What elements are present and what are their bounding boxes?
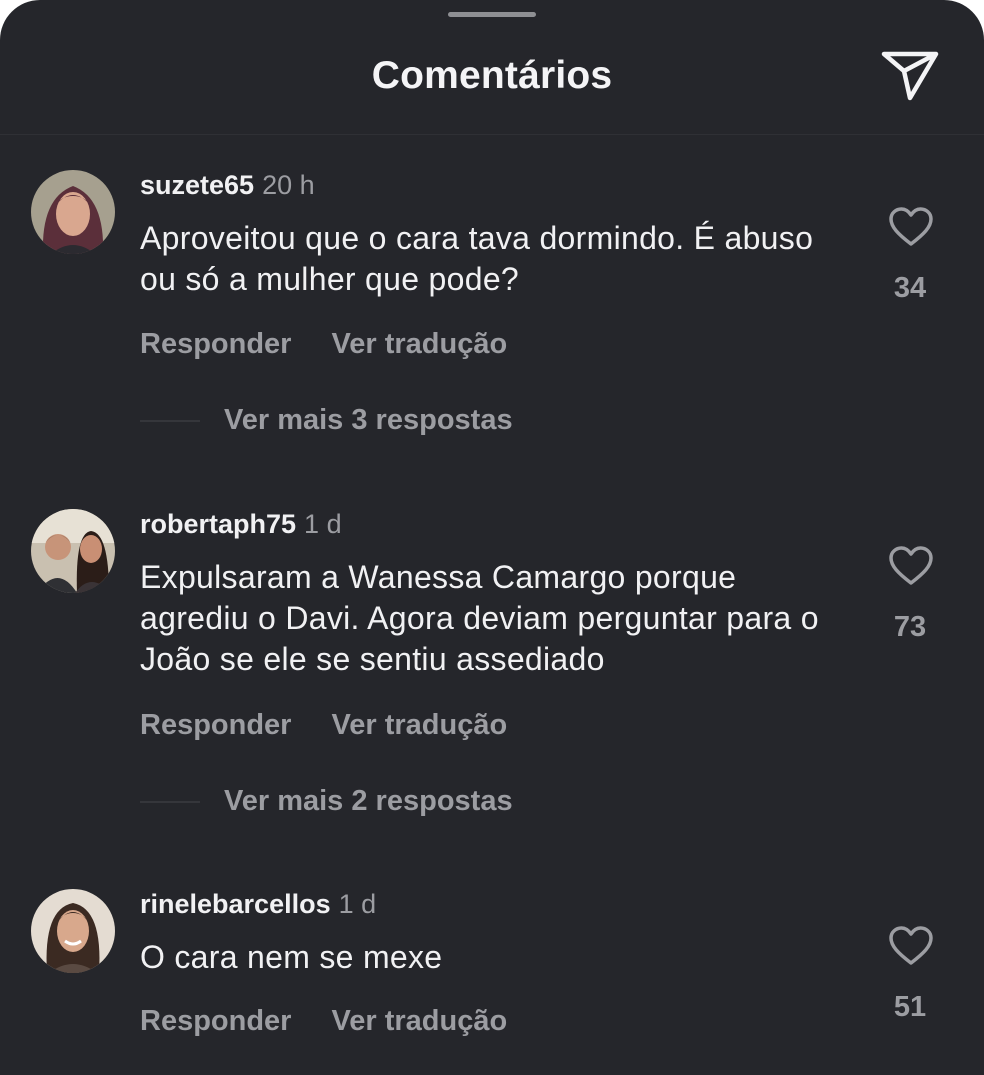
heart-icon[interactable] [888, 546, 934, 586]
comment-meta: rinelebarcellos 1 d [140, 889, 376, 920]
share-icon[interactable] [878, 46, 942, 104]
comment-actions: Responder Ver tradução [140, 1005, 507, 1038]
username[interactable]: rinelebarcellos [140, 889, 331, 919]
username[interactable]: robertaph75 [140, 509, 296, 539]
page-title: Comentários [371, 54, 613, 97]
comment-actions: Responder Ver tradução [140, 328, 507, 361]
comment-text: O cara nem se mexe [140, 939, 443, 975]
timestamp: 20 h [262, 170, 315, 200]
avatar[interactable] [31, 170, 115, 254]
comment-meta: robertaph75 1 d [140, 509, 342, 540]
heart-icon[interactable] [888, 926, 934, 966]
view-more-replies-button[interactable]: Ver mais 3 respostas [224, 404, 513, 437]
comments-sheet: Comentários suzete65 20 h Aproveitou que … [0, 0, 984, 1075]
reply-button[interactable]: Responder [140, 709, 291, 741]
username[interactable]: suzete65 [140, 170, 254, 200]
comments-header: Comentários [0, 0, 984, 135]
comment-text: Expulsaram a Wanessa Camargo porque agre… [140, 559, 819, 677]
replies-divider [140, 801, 200, 803]
comment-actions: Responder Ver tradução [140, 709, 507, 742]
comment-text: Aproveitou que o cara tava dormindo. É a… [140, 220, 814, 297]
avatar[interactable] [31, 889, 115, 973]
timestamp: 1 d [338, 889, 377, 919]
translate-button[interactable]: Ver tradução [331, 1005, 507, 1037]
replies-divider [140, 420, 200, 422]
reply-button[interactable]: Responder [140, 328, 291, 360]
like-count: 34 [893, 272, 927, 304]
timestamp: 1 d [304, 509, 342, 539]
like-count: 73 [893, 611, 927, 643]
avatar[interactable] [31, 509, 115, 593]
reply-button[interactable]: Responder [140, 1005, 291, 1037]
translate-button[interactable]: Ver tradução [331, 328, 507, 360]
translate-button[interactable]: Ver tradução [331, 709, 507, 741]
view-more-replies-button[interactable]: Ver mais 2 respostas [224, 785, 513, 818]
comment-meta: suzete65 20 h [140, 170, 315, 201]
like-count: 51 [893, 991, 927, 1023]
heart-icon[interactable] [888, 207, 934, 247]
